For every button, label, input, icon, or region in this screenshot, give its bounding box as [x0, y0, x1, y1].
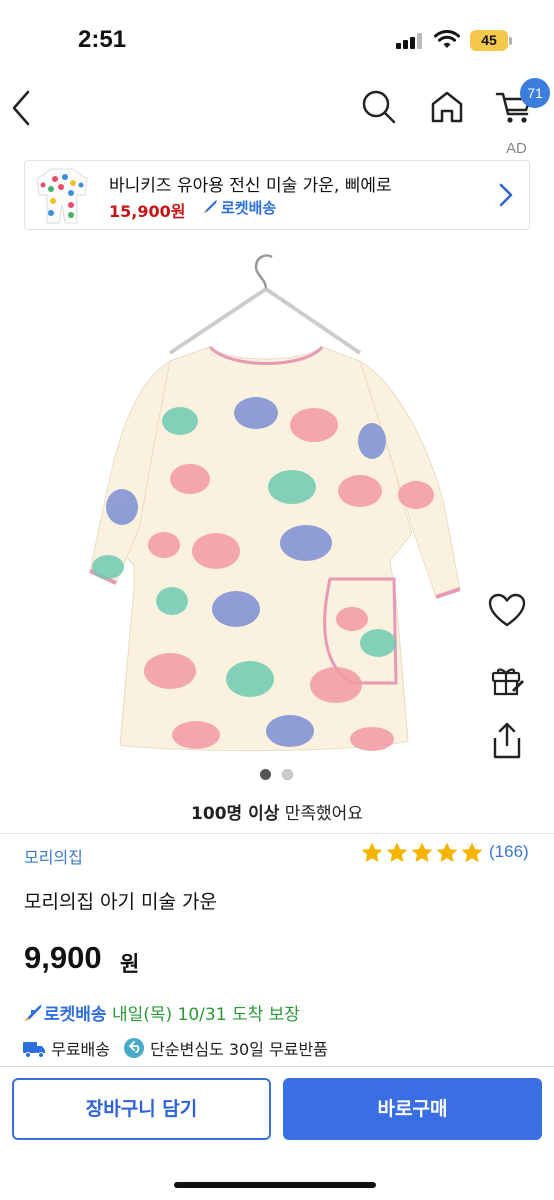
- status-bar: 2:51 45: [0, 0, 554, 80]
- star-icon: [411, 842, 433, 862]
- satisfaction-summary: 100명 이상 만족했어요: [0, 799, 554, 824]
- truck-icon: [23, 1042, 45, 1058]
- rocket-icon: [24, 1004, 42, 1021]
- ad-banner[interactable]: 바니키즈 유아용 전신 미술 가운, 삐에로 15,900원 로켓배송: [24, 160, 530, 230]
- free-shipping-label: 무료배송: [51, 1040, 110, 1059]
- divider: [0, 833, 554, 834]
- rocket-icon: [203, 200, 217, 213]
- chevron-right-icon: [499, 183, 513, 207]
- rocket-delivery-label: 로켓배송: [44, 1005, 107, 1025]
- home-icon[interactable]: [428, 88, 466, 126]
- star-icon: [436, 842, 458, 862]
- star-icon: [461, 842, 483, 862]
- brand-link[interactable]: 모리의집: [24, 844, 83, 868]
- battery-cap: [509, 37, 512, 45]
- add-to-cart-button[interactable]: 장바구니 담기: [12, 1078, 271, 1140]
- delivery-date: 내일(목) 10/31 도착 보장: [106, 1005, 300, 1025]
- price-unit: 원: [120, 952, 140, 976]
- gift-icon[interactable]: [486, 658, 528, 700]
- status-time: 2:51: [78, 26, 127, 53]
- carousel-dot-active: [260, 769, 271, 780]
- ad-price: 15,900원: [109, 202, 186, 221]
- home-indicator[interactable]: [174, 1182, 376, 1188]
- review-count[interactable]: (166): [489, 842, 529, 862]
- product-price: 9,900: [24, 940, 102, 975]
- satisfaction-text: 만족했어요: [279, 804, 363, 824]
- product-name: 모리의집 아기 미술 가운: [24, 891, 217, 913]
- shipping-info: 무료배송 단순변심도 30일 무료반품: [22, 1036, 328, 1060]
- heart-icon[interactable]: [486, 590, 528, 632]
- star-icon: [361, 842, 383, 862]
- battery-indicator: 45: [470, 30, 508, 51]
- rating-stars[interactable]: [360, 841, 485, 865]
- ad-title: 바니키즈 유아용 전신 미술 가운, 삐에로: [109, 176, 392, 196]
- carousel-dot: [282, 769, 293, 780]
- return-icon: [124, 1038, 145, 1058]
- carousel-indicator: [258, 769, 298, 781]
- ad-product-thumbnail: [36, 168, 88, 224]
- ad-label: AD: [506, 140, 527, 157]
- delivery-info: 로켓배송 내일(목) 10/31 도착 보장: [22, 1000, 300, 1025]
- buy-now-button[interactable]: 바로구매: [283, 1078, 542, 1140]
- ad-rocket-delivery: 로켓배송: [201, 197, 276, 218]
- ad-rocket-label: 로켓배송: [221, 199, 277, 217]
- satisfaction-count: 100명 이상: [191, 804, 280, 824]
- star-icon: [386, 842, 408, 862]
- chevron-left-icon[interactable]: [8, 86, 38, 130]
- product-image[interactable]: [60, 245, 470, 757]
- top-nav: [0, 80, 554, 140]
- cart-count-badge[interactable]: 71: [520, 78, 550, 108]
- signal-icon: [396, 33, 424, 49]
- divider: [0, 1066, 554, 1067]
- wifi-icon: [434, 30, 460, 48]
- search-icon[interactable]: [360, 88, 398, 126]
- share-icon[interactable]: [486, 720, 528, 762]
- free-return-label: 단순변심도 30일 무료반품: [150, 1040, 328, 1059]
